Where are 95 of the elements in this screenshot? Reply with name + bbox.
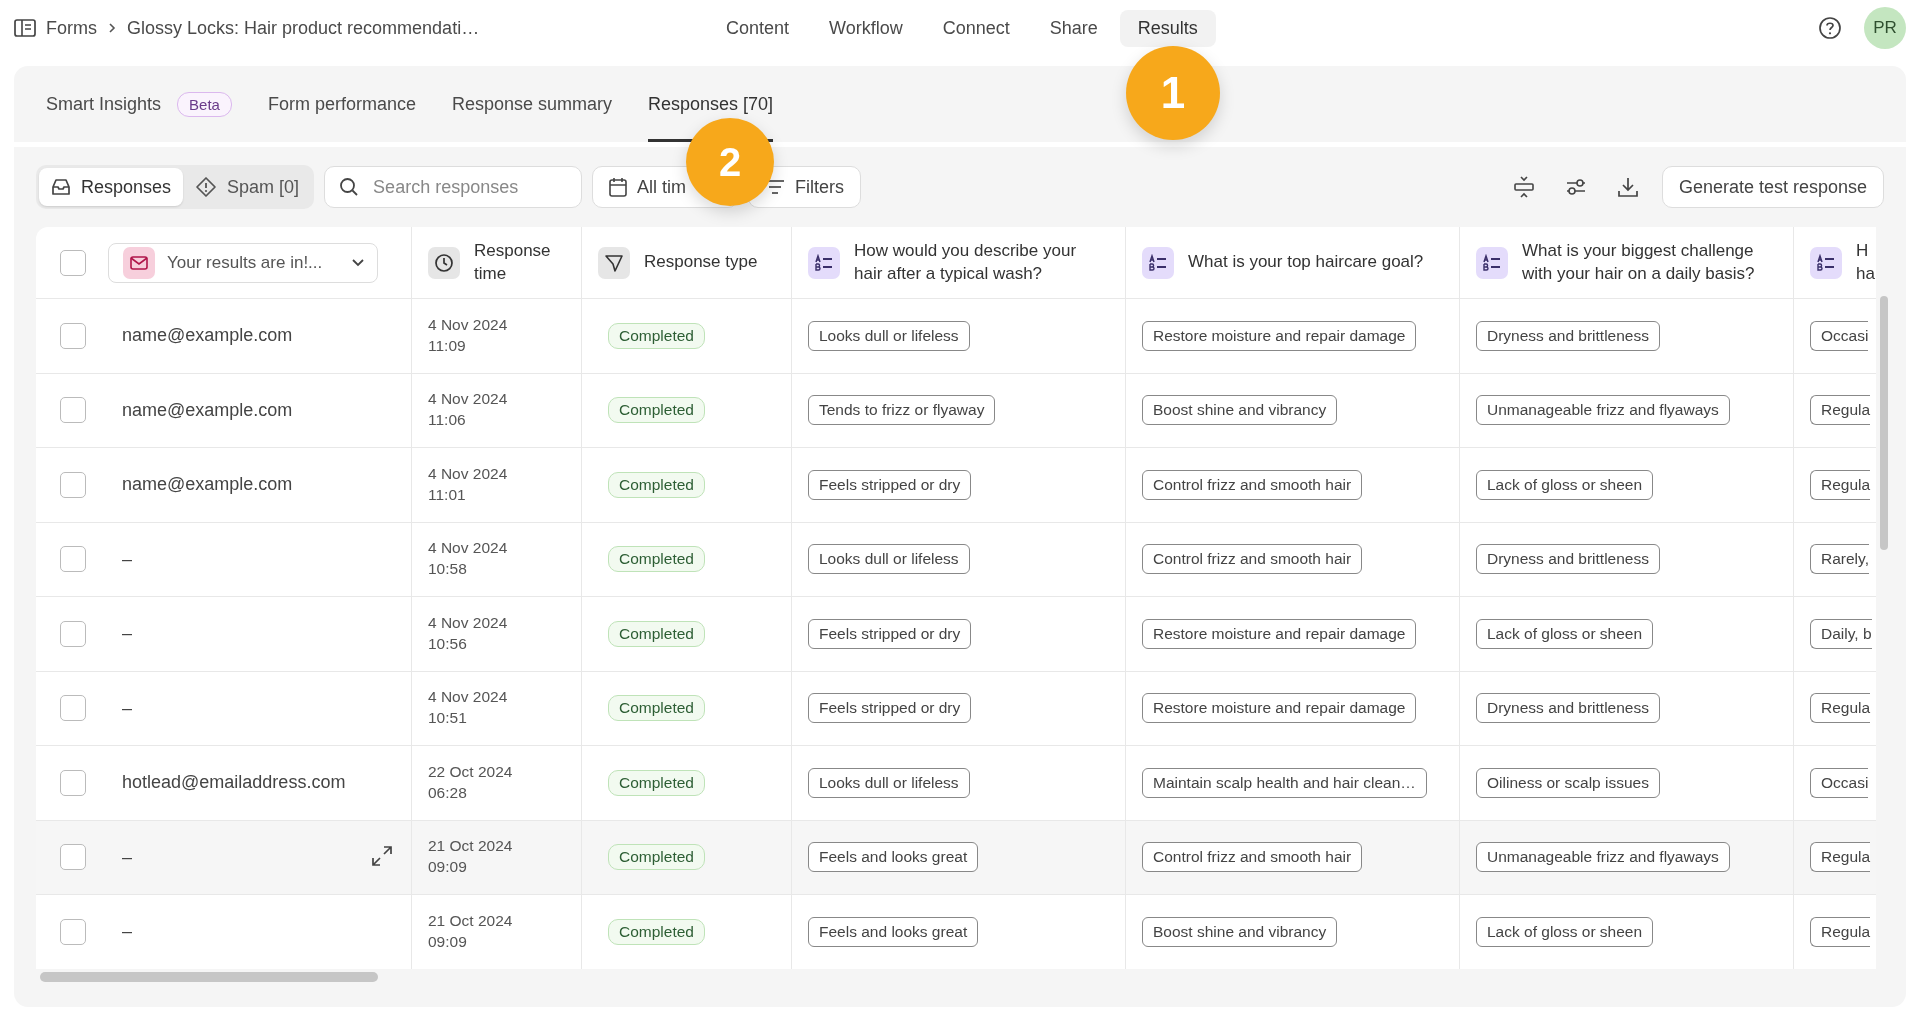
column-header: What is your biggest challenge with your hair on a daily basis?: [1522, 239, 1756, 285]
response-time: 21 Oct 2024 09:09: [428, 836, 513, 878]
answer-tag: Restore moisture and repair damage: [1142, 320, 1417, 351]
segment-button[interactable]: Spam [0]: [183, 168, 312, 206]
table-row[interactable]: hotlead@emailaddress.com 22 Oct 2024 06:28 Completed Looks dull or lifeless Maintain scalp health and hair clean… Oiliness or scalp issues Occasi: [36, 746, 1876, 821]
column-header: Response time: [474, 239, 552, 285]
answer-tag: Control frizz and smooth hair: [1142, 842, 1363, 873]
answer-tag: Control frizz and smooth hair: [1142, 469, 1363, 500]
status-badge: Completed: [608, 471, 705, 498]
table-row[interactable]: name@example.com 4 Nov 2024 11:01 Completed Feels stripped or dry Control frizz and smooth hair Lack of gloss or sheen Regula: [36, 448, 1876, 523]
column-header: How would you describe your hair after a typical wash?: [854, 239, 1078, 285]
answer-tag: Dryness and brittleness: [1476, 320, 1660, 351]
column-header: Response type: [644, 251, 758, 274]
column-header: What is your top haircare goal?: [1188, 251, 1424, 274]
email-text: name@example.com: [122, 325, 293, 347]
nav-tab[interactable]: Share: [1031, 10, 1116, 47]
table-row[interactable]: name@example.com 4 Nov 2024 11:06 Completed Tends to frizz or flyaway Boost shine and vibrancy Unmanageable frizz and flyaways Regula: [36, 373, 1876, 448]
status-badge: Completed: [608, 546, 705, 573]
nav-tab[interactable]: Connect: [924, 10, 1028, 47]
answer-tag: Unmanageable frizz and flyaways: [1476, 395, 1730, 426]
column-header: H ha: [1856, 239, 1875, 285]
page-tab[interactable]: Form performance: [267, 69, 416, 142]
segment-button[interactable]: Responses: [39, 168, 184, 206]
answer-tag: Regula: [1810, 693, 1871, 724]
status-badge: Completed: [608, 397, 705, 424]
email-text: –: [122, 846, 132, 868]
answer-tag: Unmanageable frizz and flyaways: [1476, 842, 1730, 873]
answer-tag: Restore moisture and repair damage: [1142, 618, 1417, 649]
response-time: 4 Nov 2024 10:51: [428, 687, 508, 729]
answer-tag: Occasi: [1810, 767, 1869, 798]
status-badge: Completed: [608, 695, 705, 722]
page-tab[interactable]: Smart Insights Beta: [46, 69, 232, 142]
email-column-dropdown[interactable]: Your results are in!...: [108, 242, 378, 283]
form-title: Glossy Locks: Hair product recommendati…: [127, 17, 480, 39]
status-badge: Completed: [608, 620, 705, 647]
nav-tab[interactable]: Content: [708, 10, 808, 47]
status-badge: Completed: [608, 918, 705, 945]
table-row[interactable]: name@example.com 4 Nov 2024 11:09 Completed Looks dull or lifeless Restore moisture and repair damage Dryness and brittleness Occasi: [36, 299, 1876, 374]
nav-tab[interactable]: Workflow: [811, 10, 921, 47]
answer-tag: Lack of gloss or sheen: [1476, 469, 1654, 500]
answer-tag: Feels and looks great: [808, 916, 979, 947]
table-row[interactable]: – 21 Oct 2024 09:09 Completed Feels and looks great Boost shine and vibrancy Lack of gloss or sheen Regula: [36, 895, 1876, 969]
status-badge: Completed: [608, 322, 705, 349]
answer-tag: Boost shine and vibrancy: [1142, 916, 1338, 947]
search-field[interactable]: Search responses: [324, 166, 583, 208]
breadcrumb-link[interactable]: Forms: [46, 17, 97, 39]
table-row[interactable]: – 4 Nov 2024 10:56 Completed Feels stripped or dry Restore moisture and repair damage Lack of gloss or sheen Daily, b: [36, 597, 1876, 672]
response-time: 4 Nov 2024 11:06: [428, 389, 508, 431]
email-text: –: [122, 921, 132, 943]
response-time: 4 Nov 2024 10:58: [428, 538, 508, 580]
email-text: hotlead@emailaddress.com: [122, 772, 346, 794]
answer-tag: Dryness and brittleness: [1476, 693, 1660, 724]
response-time: 4 Nov 2024 11:01: [428, 463, 508, 505]
nav-tab[interactable]: Results: [1119, 10, 1216, 47]
table-row[interactable]: – 4 Nov 2024 10:51 Completed Feels stripped or dry Restore moisture and repair damage Dryness and brittleness Regula: [36, 671, 1876, 746]
answer-tag: Dryness and brittleness: [1476, 544, 1660, 575]
response-time: 21 Oct 2024 09:09: [428, 910, 513, 952]
answer-tag: Feels stripped or dry: [808, 469, 972, 500]
answer-tag: Feels and looks great: [808, 842, 979, 873]
answer-tag: Boost shine and vibrancy: [1142, 395, 1338, 426]
answer-tag: Regula: [1810, 916, 1871, 947]
answer-tag: Control frizz and smooth hair: [1142, 544, 1363, 575]
response-time: 22 Oct 2024 06:28: [428, 761, 513, 803]
answer-tag: Lack of gloss or sheen: [1476, 618, 1654, 649]
hovered-row[interactable]: – 21 Oct 2024 09:09 Completed Feels and looks great Control frizz and smooth hair Unmanageable frizz and flyaways Regula: [36, 820, 1876, 895]
answer-tag: Feels stripped or dry: [808, 693, 972, 724]
answer-tag: Looks dull or lifeless: [808, 767, 970, 798]
email-text: –: [122, 697, 132, 719]
answer-tag: Oiliness or scalp issues: [1476, 767, 1660, 798]
answer-tag: Tends to frizz or flyaway: [808, 395, 996, 426]
email-text: –: [122, 548, 132, 570]
answer-tag: Daily, b: [1810, 618, 1872, 649]
page-tab[interactable]: Response summary: [451, 69, 612, 142]
email-text: –: [122, 623, 132, 645]
answer-tag: Feels stripped or dry: [808, 618, 972, 649]
beta-badge: Beta: [177, 91, 232, 117]
response-time: 4 Nov 2024 11:09: [428, 314, 508, 356]
table-row[interactable]: – 4 Nov 2024 10:58 Completed Looks dull or lifeless Control frizz and smooth hair Dryness and brittleness Rarely,: [36, 522, 1876, 597]
answer-tag: Maintain scalp health and hair clean…: [1142, 767, 1427, 798]
email-text: name@example.com: [122, 474, 293, 496]
response-time: 4 Nov 2024 10:56: [428, 612, 508, 654]
answer-tag: Looks dull or lifeless: [808, 544, 970, 575]
answer-tag: Occasi: [1810, 320, 1869, 351]
answer-tag: Rarely,: [1810, 544, 1869, 575]
user-avatar[interactable]: PR: [1864, 7, 1906, 49]
answer-tag: Regula: [1810, 395, 1871, 426]
status-badge: Completed: [608, 769, 705, 796]
answer-tag: Lack of gloss or sheen: [1476, 916, 1654, 947]
email-text: name@example.com: [122, 399, 293, 421]
answer-tag: Restore moisture and repair damage: [1142, 693, 1417, 724]
answer-tag: Regula: [1810, 842, 1871, 873]
answer-tag: Looks dull or lifeless: [808, 320, 970, 351]
answer-tag: Regula: [1810, 469, 1871, 500]
status-badge: Completed: [608, 844, 705, 871]
generate-test-response-button[interactable]: Generate test response: [1661, 166, 1884, 208]
